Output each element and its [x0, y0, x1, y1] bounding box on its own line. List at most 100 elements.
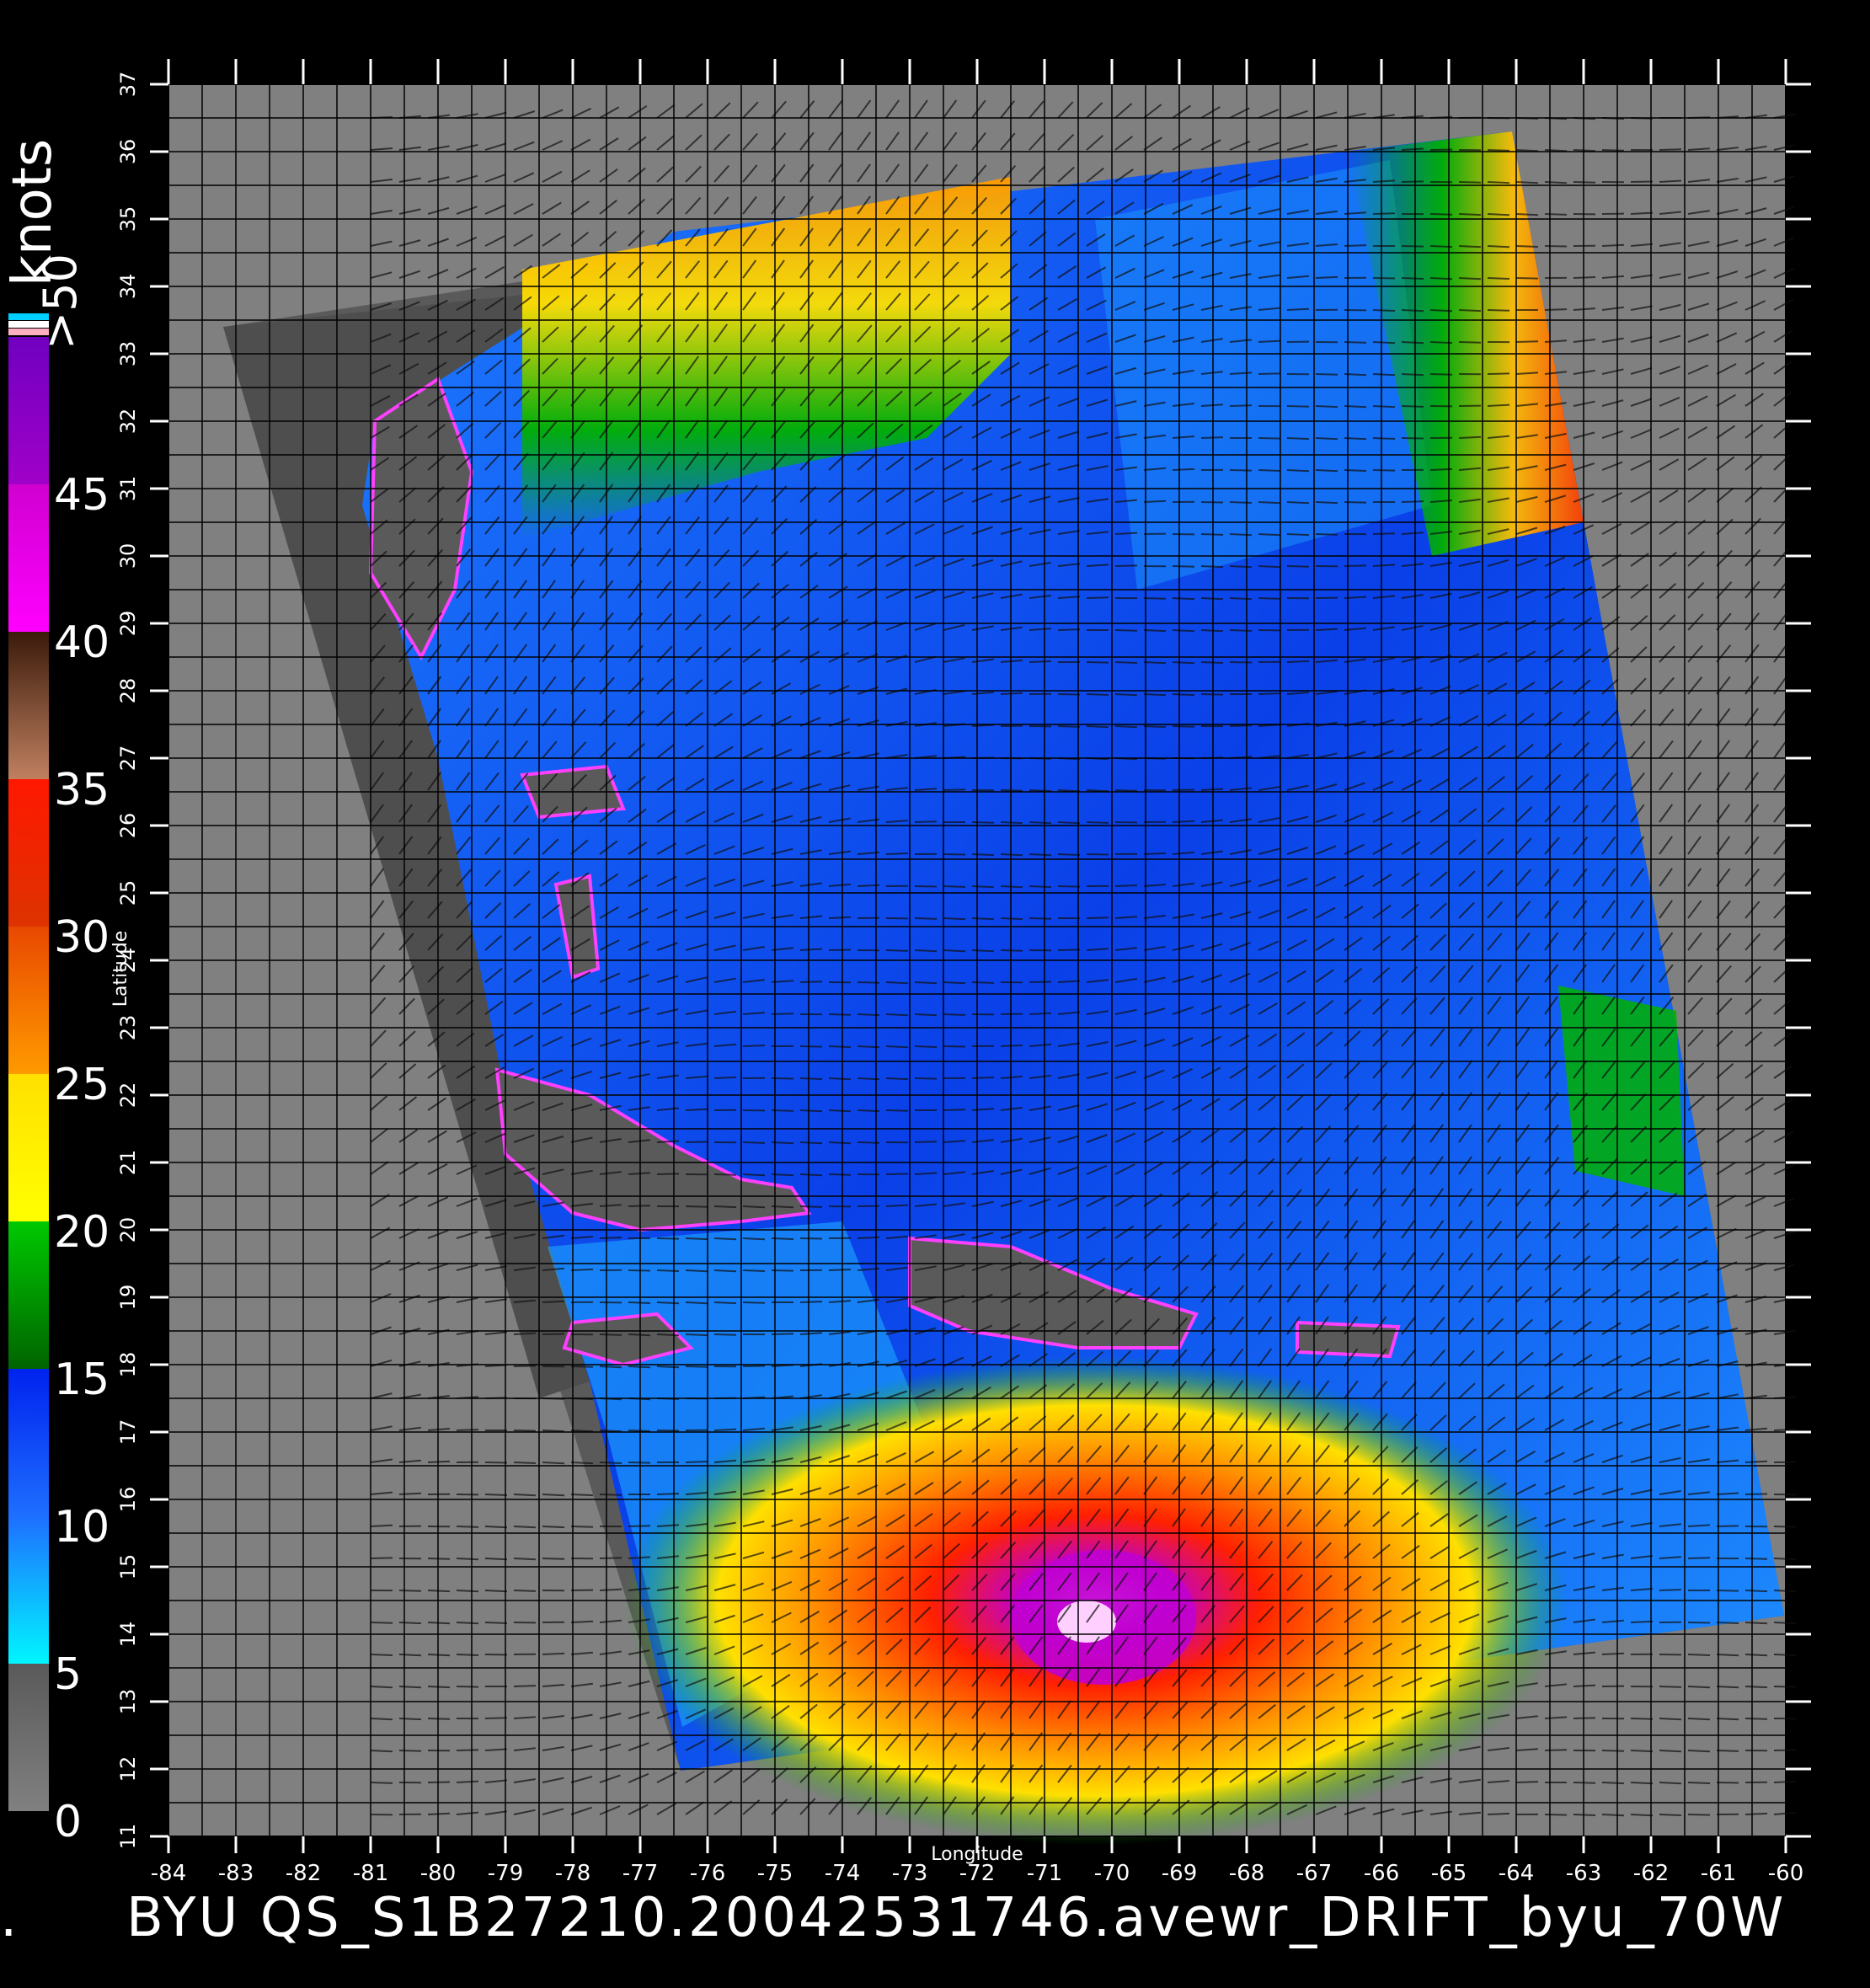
y-tick-label: 25	[116, 880, 140, 906]
wind-barb	[456, 1686, 479, 1688]
wind-barb	[1057, 853, 1081, 856]
wind-barb	[484, 1622, 508, 1624]
y-tick-label: 23	[116, 1015, 140, 1041]
wind-barb	[914, 1077, 938, 1080]
wind-barb	[513, 1590, 537, 1592]
x-tick-label: -71	[1027, 1861, 1062, 1886]
wind-barb	[513, 1462, 537, 1464]
x-tick-label: -77	[622, 1861, 658, 1886]
wind-barb	[656, 1173, 680, 1175]
wind-barb	[427, 1558, 451, 1560]
wind-barb	[799, 1045, 823, 1048]
x-tick-label: -64	[1499, 1861, 1534, 1886]
y-tick-label: 35	[116, 206, 140, 232]
wind-barb	[1086, 596, 1109, 599]
wind-barb	[628, 1365, 651, 1369]
wind-barb	[1258, 372, 1281, 375]
wind-barb	[1286, 660, 1310, 663]
wind-barb	[1057, 693, 1081, 696]
wind-barb	[1258, 437, 1281, 440]
wind-barb	[656, 1301, 680, 1305]
x-tick-label: -63	[1566, 1861, 1601, 1886]
wind-barb	[656, 1269, 680, 1272]
wind-barb	[1458, 341, 1482, 344]
wind-barb	[1086, 693, 1109, 696]
wind-barb	[1286, 405, 1310, 408]
y-tick-label: 31	[116, 476, 140, 502]
wind-barb	[1172, 597, 1195, 601]
wind-barb	[1372, 405, 1396, 409]
east-green-patch	[1558, 986, 1685, 1196]
wind-barb	[1401, 277, 1424, 280]
wind-barb	[1716, 1782, 1739, 1784]
wind-barb	[1716, 1718, 1739, 1721]
colorbar-tick-label: 0	[54, 1797, 82, 1847]
wind-barb	[1744, 1622, 1768, 1625]
wind-barb	[1458, 277, 1482, 281]
wind-barb	[456, 1590, 479, 1593]
x-tick-label: -60	[1768, 1861, 1803, 1886]
wind-barb	[1687, 1622, 1711, 1624]
wind-barb	[1200, 436, 1224, 439]
x-axis-label: Longitude	[931, 1844, 1023, 1865]
wind-barb	[685, 1333, 708, 1337]
wind-barb	[1401, 341, 1424, 345]
wind-barb	[1630, 1718, 1654, 1720]
wind-barb	[1544, 1814, 1568, 1816]
wind-barb	[1630, 180, 1654, 183]
wind-barb	[799, 1237, 823, 1240]
wind-barb	[1114, 789, 1138, 792]
wind-barb	[628, 1301, 651, 1304]
wind-barb	[1458, 213, 1482, 216]
y-tick-label: 21	[116, 1150, 140, 1176]
wind-barb	[1200, 501, 1224, 504]
wind-barb	[1544, 213, 1568, 216]
wind-barb	[513, 1332, 537, 1335]
wind-barb	[1229, 724, 1253, 727]
y-tick-label: 29	[116, 611, 140, 637]
wind-barb	[1515, 181, 1539, 184]
wind-barb	[1086, 917, 1109, 919]
colorbar-tick-label: 45	[54, 470, 110, 521]
wind-barb	[914, 917, 938, 920]
wind-barb	[1716, 1622, 1739, 1624]
wind-barb	[1687, 1686, 1711, 1689]
wind-barb	[885, 1173, 909, 1175]
wind-barb	[370, 1782, 393, 1784]
wind-barb	[1057, 821, 1081, 825]
y-tick-label: 33	[116, 341, 140, 367]
wind-barb	[398, 1590, 422, 1592]
wind-barb	[943, 788, 966, 791]
wind-barb	[628, 1462, 651, 1464]
wind-barb	[1000, 917, 1023, 921]
wind-barb	[713, 1205, 737, 1209]
wind-barb	[1487, 277, 1510, 280]
wind-barb	[828, 1013, 852, 1016]
x-tick-label: -73	[892, 1861, 927, 1886]
wind-barb	[828, 949, 852, 951]
wind-barb	[1630, 1782, 1654, 1785]
y-tick-label: 15	[116, 1554, 140, 1580]
wind-barb	[914, 885, 938, 888]
wind-barb	[1229, 661, 1253, 664]
wind-barb	[1544, 308, 1568, 311]
y-tick-label: 22	[116, 1082, 140, 1109]
wind-barb	[484, 1654, 508, 1656]
wind-barb	[1143, 661, 1167, 665]
wind-barb	[799, 1077, 823, 1080]
wind-barb	[1229, 565, 1253, 569]
wind-barb	[1401, 373, 1424, 377]
wind-barb	[971, 885, 995, 889]
wind-barb	[1229, 597, 1253, 601]
wind-barb	[1172, 629, 1195, 633]
image-caption: BYU QS_S1B27210.20042531746.avewr_DRIFT_…	[126, 1887, 1787, 1949]
wind-barb	[1372, 212, 1396, 215]
wind-barb	[484, 1526, 508, 1529]
wind-barb	[1544, 245, 1568, 248]
wind-barb	[685, 1301, 708, 1305]
wind-barb	[1000, 1044, 1023, 1047]
wind-barb	[1601, 1814, 1625, 1817]
x-tick-label: -62	[1633, 1861, 1669, 1886]
wind-barb	[484, 1558, 508, 1561]
wind-barb	[685, 1269, 708, 1273]
